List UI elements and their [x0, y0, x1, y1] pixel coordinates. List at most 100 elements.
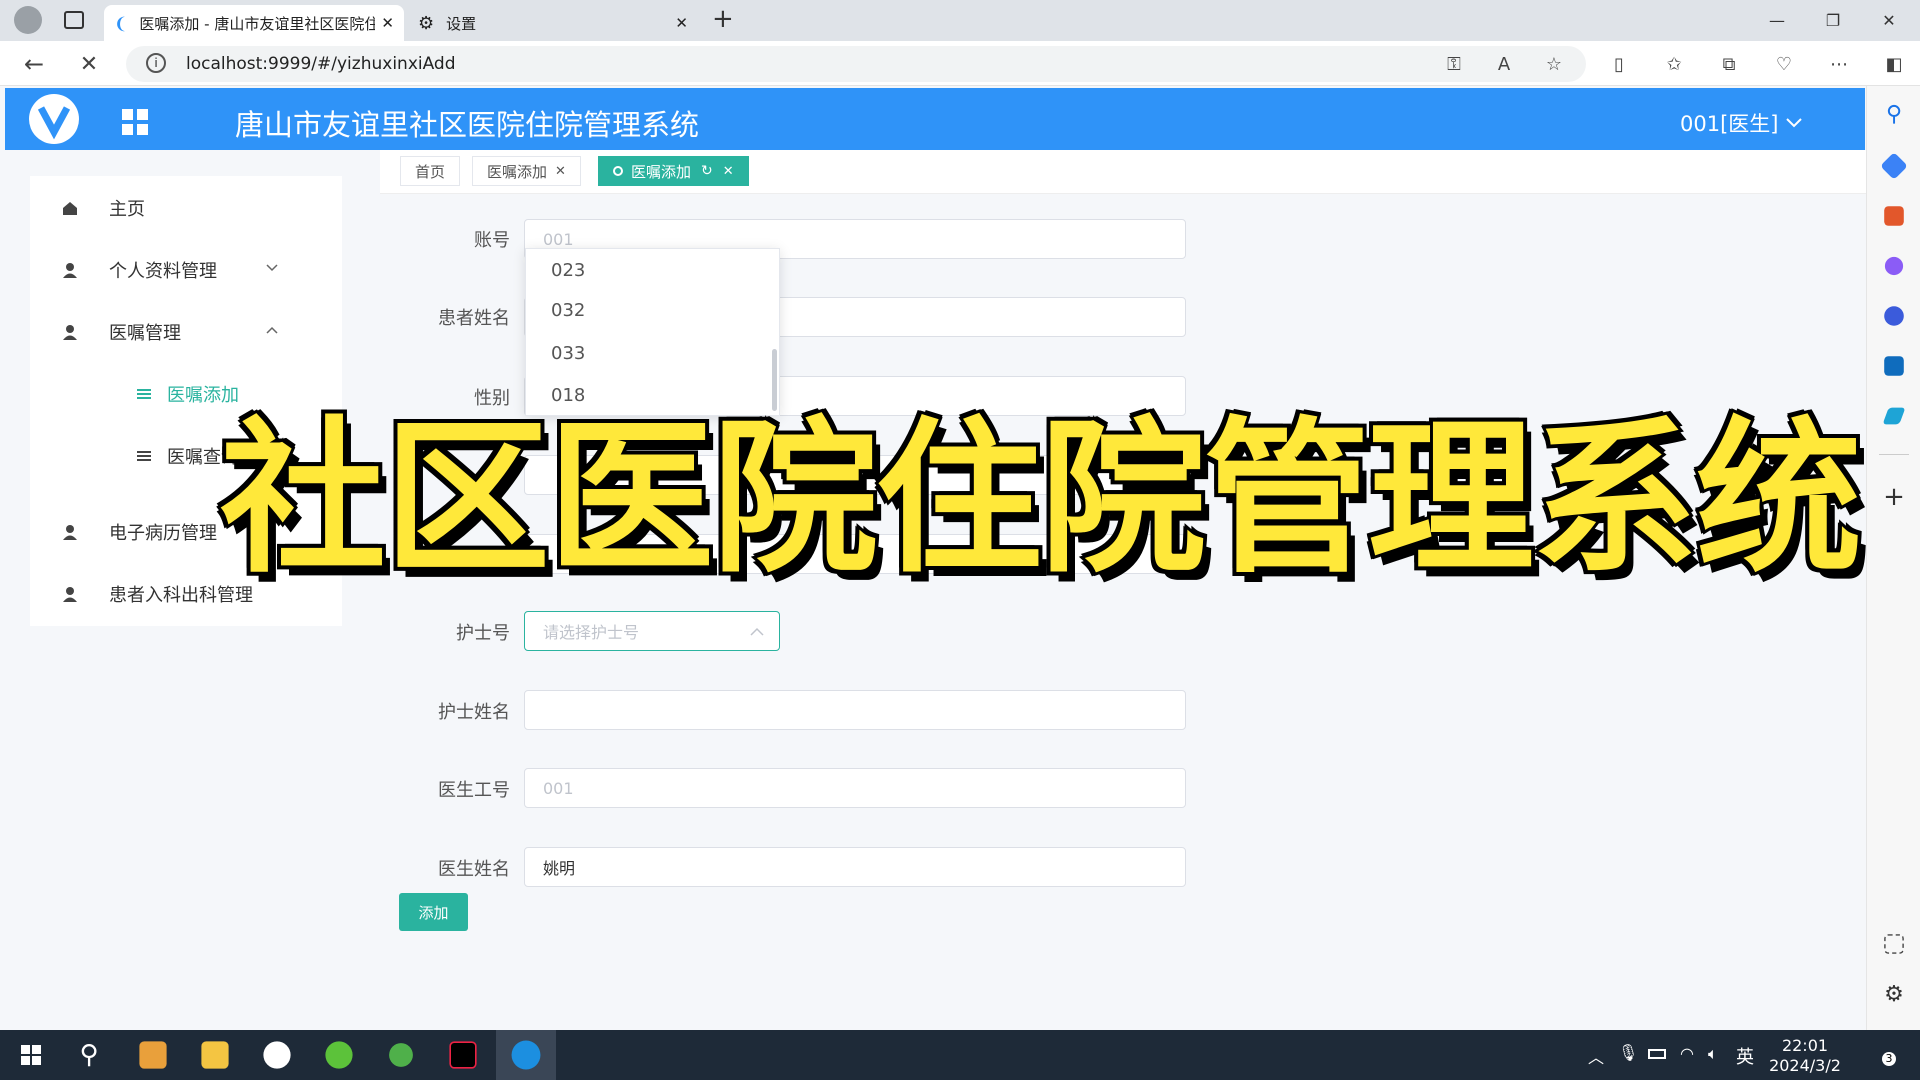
- sidebar-item-label: 电子病历管理: [109, 523, 217, 544]
- sidebar-toggle-icon[interactable]: ◧: [1880, 51, 1908, 77]
- collections-icon[interactable]: ⧉: [1715, 51, 1743, 77]
- user-menu-label: 001[医生]: [1680, 112, 1779, 136]
- user-icon: [62, 262, 78, 278]
- profile-avatar[interactable]: [14, 6, 42, 34]
- url-field[interactable]: i localhost:9999/#/yizhuxinxiAdd: [126, 46, 1586, 82]
- close-tab-icon[interactable]: ✕: [675, 14, 688, 32]
- outlook-icon[interactable]: [1884, 356, 1904, 376]
- intellij-icon[interactable]: [449, 1041, 477, 1069]
- tray-clock[interactable]: 22:01 2024/3/2: [1745, 1036, 1865, 1076]
- battery-icon[interactable]: [1648, 1049, 1666, 1059]
- close-icon[interactable]: ✕: [555, 164, 566, 179]
- chevron-up-icon: [266, 326, 278, 334]
- sidebar-item-home[interactable]: 主页: [30, 178, 342, 238]
- clock-time: 22:01: [1781, 1036, 1829, 1055]
- nurse-no-dropdown: 023 032 033 018: [525, 248, 780, 416]
- patient-name-label: 患者姓名: [438, 308, 510, 329]
- tab-order-add-active[interactable]: 医嘱添加 ↻ ✕: [598, 156, 749, 186]
- sidebar-item-orders[interactable]: 医嘱管理: [30, 302, 342, 362]
- tab-label: 首页: [415, 162, 446, 181]
- shopping-icon[interactable]: [1880, 152, 1908, 180]
- chevron-down-icon: [1786, 118, 1803, 128]
- doctor-name-label: 医生姓名: [438, 859, 510, 880]
- green-app-icon[interactable]: [325, 1041, 353, 1069]
- account-label: 账号: [474, 230, 510, 251]
- dot-icon: [613, 166, 623, 176]
- notification-icon[interactable]: 3: [1868, 1042, 1896, 1068]
- sidebar-divider: [1879, 454, 1909, 455]
- tab-label: 医嘱添加: [631, 162, 692, 181]
- qq-icon[interactable]: [263, 1041, 291, 1069]
- tab-actions-icon[interactable]: [64, 11, 84, 29]
- dropdown-option[interactable]: 033: [526, 332, 766, 374]
- clock-date: 2024/3/2: [1769, 1056, 1841, 1075]
- dropdown-option[interactable]: 023: [526, 249, 766, 291]
- microsoft-365-icon[interactable]: [1884, 306, 1904, 326]
- screenshot-icon[interactable]: [1884, 934, 1904, 954]
- doctor-no-label: 医生工号: [438, 780, 510, 801]
- overlay-banner-title: 社区医院住院管理系统: [217, 400, 1865, 599]
- nurse-no-select[interactable]: 请选择护士号: [524, 611, 780, 651]
- new-tab-button[interactable]: +: [712, 4, 734, 34]
- browser-tab-active[interactable]: ❨ 医嘱添加 - 唐山市友谊里社区医院住院管理系统 ✕: [104, 5, 404, 41]
- home-icon: [62, 200, 78, 216]
- tab-label: 医嘱添加: [487, 162, 548, 181]
- volume-icon[interactable]: 🔈︎: [1708, 1044, 1718, 1064]
- close-icon[interactable]: ✕: [723, 164, 734, 179]
- chevron-up-icon: [750, 627, 764, 636]
- key-icon[interactable]: ⚿: [1440, 51, 1468, 77]
- windows-start-icon[interactable]: [14, 1038, 48, 1072]
- favorite-star-icon[interactable]: ☆: [1540, 51, 1568, 77]
- close-tab-icon[interactable]: ✕: [381, 14, 394, 32]
- browser-tab-settings[interactable]: ⚙ 设置 ✕: [408, 5, 698, 41]
- site-info-icon[interactable]: i: [146, 53, 166, 73]
- nurse-name-field[interactable]: [524, 690, 1186, 730]
- nurse-no-placeholder: 请选择护士号: [543, 623, 640, 642]
- close-window-button[interactable]: ✕: [1861, 0, 1917, 40]
- settings-gear-icon[interactable]: ⚙: [1880, 982, 1908, 1010]
- user-icon: [62, 324, 78, 340]
- add-button[interactable]: 添加: [399, 893, 468, 931]
- maximize-button[interactable]: ❐: [1805, 0, 1861, 40]
- wifi-icon[interactable]: ◠: [1680, 1044, 1694, 1063]
- add-icon[interactable]: +: [1880, 482, 1908, 512]
- dropdown-option[interactable]: 032: [526, 289, 766, 331]
- doctor-no-field[interactable]: 001: [524, 768, 1186, 808]
- nurse-name-label: 护士姓名: [438, 702, 510, 723]
- browser-tab-title: 设置: [446, 14, 477, 33]
- favorites-icon[interactable]: ✩: [1660, 51, 1688, 77]
- send-icon[interactable]: [1882, 407, 1906, 425]
- microphone-icon[interactable]: 🎙︎: [1618, 1043, 1638, 1062]
- doctor-name-field[interactable]: 姚明: [524, 847, 1186, 887]
- refresh-icon[interactable]: ↻: [701, 163, 713, 179]
- sidebar-item-label: 医嘱管理: [109, 323, 181, 344]
- tab-order-add[interactable]: 医嘱添加 ✕: [472, 156, 581, 186]
- browser-essentials-icon[interactable]: ♡: [1770, 51, 1798, 77]
- games-icon[interactable]: [1884, 256, 1904, 276]
- page-tabs-bar: 首页 医嘱添加 ✕ 医嘱添加 ↻ ✕: [380, 150, 1866, 194]
- split-screen-icon[interactable]: ▯: [1605, 51, 1633, 77]
- grid-menu-icon[interactable]: [122, 109, 148, 135]
- user-menu[interactable]: 001[医生]: [1680, 108, 1803, 138]
- app-icon[interactable]: [139, 1041, 167, 1069]
- tray-chevron-icon[interactable]: ︿: [1588, 1044, 1604, 1068]
- edge-dev-icon[interactable]: [389, 1043, 413, 1067]
- browser-tab-title: 医嘱添加 - 唐山市友谊里社区医院住院管理系统: [139, 14, 376, 33]
- nurse-no-label: 护士号: [456, 623, 510, 644]
- app-header: 唐山市友谊里社区医院住院管理系统 001[医生]: [5, 88, 1865, 150]
- minimize-button[interactable]: —: [1749, 0, 1805, 40]
- search-icon[interactable]: ⚲: [1880, 102, 1908, 130]
- chevron-down-icon: [266, 264, 278, 272]
- tools-icon[interactable]: [1884, 206, 1904, 226]
- edge-browser-icon[interactable]: [511, 1040, 541, 1070]
- search-icon[interactable]: ⚲: [72, 1038, 106, 1072]
- more-menu-icon[interactable]: ⋯: [1825, 51, 1853, 77]
- sidebar-item-label: 主页: [109, 199, 145, 220]
- back-arrow-icon[interactable]: ←: [20, 50, 48, 78]
- tab-home[interactable]: 首页: [400, 156, 461, 186]
- stop-loading-icon[interactable]: ✕: [75, 51, 103, 77]
- file-explorer-icon[interactable]: [201, 1041, 229, 1069]
- read-aloud-icon[interactable]: A: [1490, 51, 1518, 77]
- user-icon: [62, 524, 78, 540]
- sidebar-item-profile[interactable]: 个人资料管理: [30, 240, 342, 300]
